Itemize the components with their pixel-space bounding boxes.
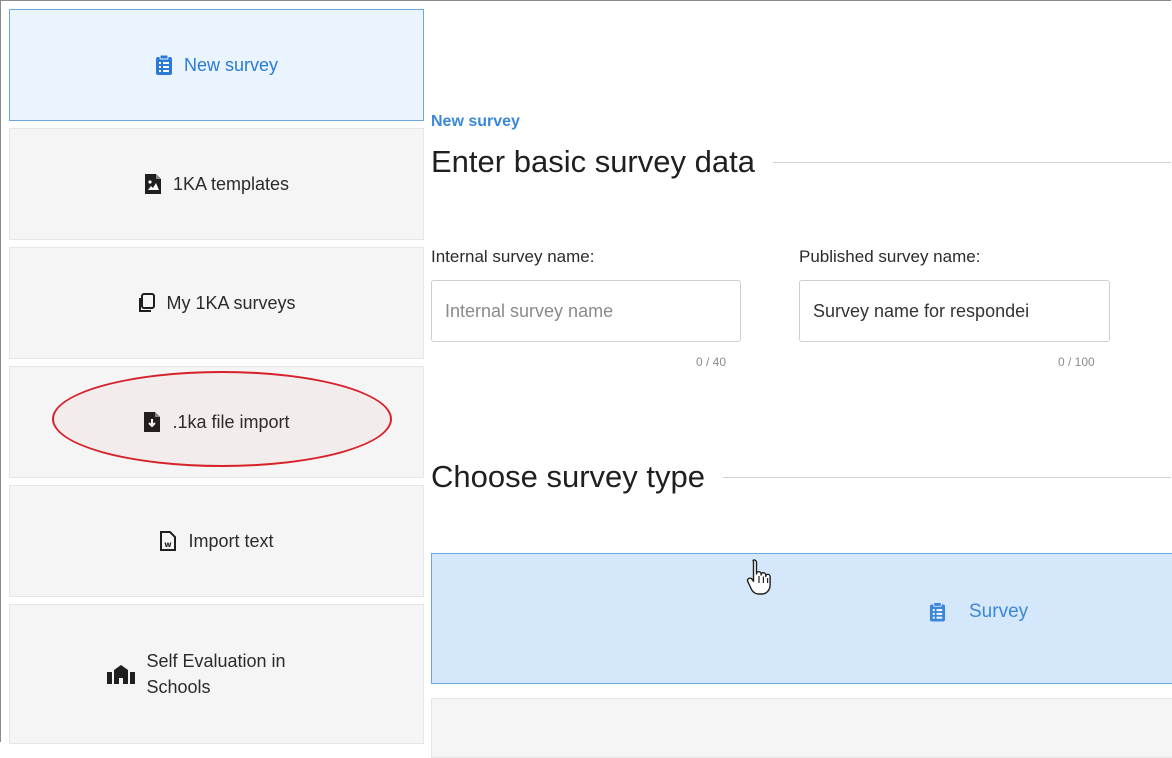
sidebar-item-import-text[interactable]: w Import text	[9, 485, 424, 597]
section-divider	[722, 476, 1171, 478]
svg-text:w: w	[165, 540, 173, 549]
internal-name-label: Internal survey name:	[431, 247, 595, 266]
file-word-icon: w	[159, 531, 177, 551]
breadcrumb[interactable]: New survey	[431, 113, 520, 131]
sidebar-item-file-import[interactable]: .1ka file import	[9, 366, 424, 478]
survey-type-card-next[interactable]	[431, 698, 1172, 758]
file-import-icon	[143, 412, 161, 432]
hand-pointer-icon	[746, 559, 771, 595]
survey-type-card-survey[interactable]: Survey	[431, 553, 1172, 684]
survey-type-card-content: Survey	[929, 601, 1028, 623]
sidebar-item-new-survey[interactable]: New survey	[9, 9, 424, 121]
sidebar-item-label: .1ka file import	[172, 411, 290, 432]
published-name-label: Published survey name:	[799, 247, 981, 266]
sidebar-item-1ka-templates[interactable]: 1KA templates	[9, 128, 424, 240]
sidebar-item-label-line2: Schools	[146, 677, 211, 697]
sidebar-item-label-line1: Self Evaluation in	[146, 651, 286, 671]
internal-name-counter: 0 / 40	[696, 355, 727, 369]
school-icon	[107, 664, 136, 684]
sidebar-item-my-surveys[interactable]: My 1KA surveys	[9, 247, 424, 359]
sidebar-item-label: My 1KA surveys	[166, 292, 296, 313]
copy-icon	[137, 293, 156, 313]
published-name-counter: 0 / 100	[1058, 355, 1095, 369]
clipboard-list-icon	[155, 55, 173, 75]
internal-name-input[interactable]	[431, 280, 741, 342]
section-divider	[772, 161, 1171, 163]
sidebar-item-self-evaluation[interactable]: Self Evaluation in Schools	[9, 604, 424, 744]
published-name-input[interactable]	[799, 280, 1110, 342]
file-image-icon	[144, 174, 162, 194]
sidebar-item-label: New survey	[183, 54, 279, 75]
survey-type-label: Survey	[969, 601, 1029, 622]
sidebar-item-label: 1KA templates	[172, 173, 290, 194]
basic-data-section-title: Enter basic survey data	[431, 144, 1171, 180]
sidebar-item-label-wrap: Self Evaluation in Schools	[146, 648, 285, 700]
section-title-text: Choose survey type	[431, 459, 705, 494]
survey-type-section-title: Choose survey type	[431, 459, 1171, 495]
sidebar-item-label: Import text	[188, 530, 274, 551]
clipboard-list-icon	[929, 602, 946, 622]
section-title-text: Enter basic survey data	[431, 144, 755, 179]
